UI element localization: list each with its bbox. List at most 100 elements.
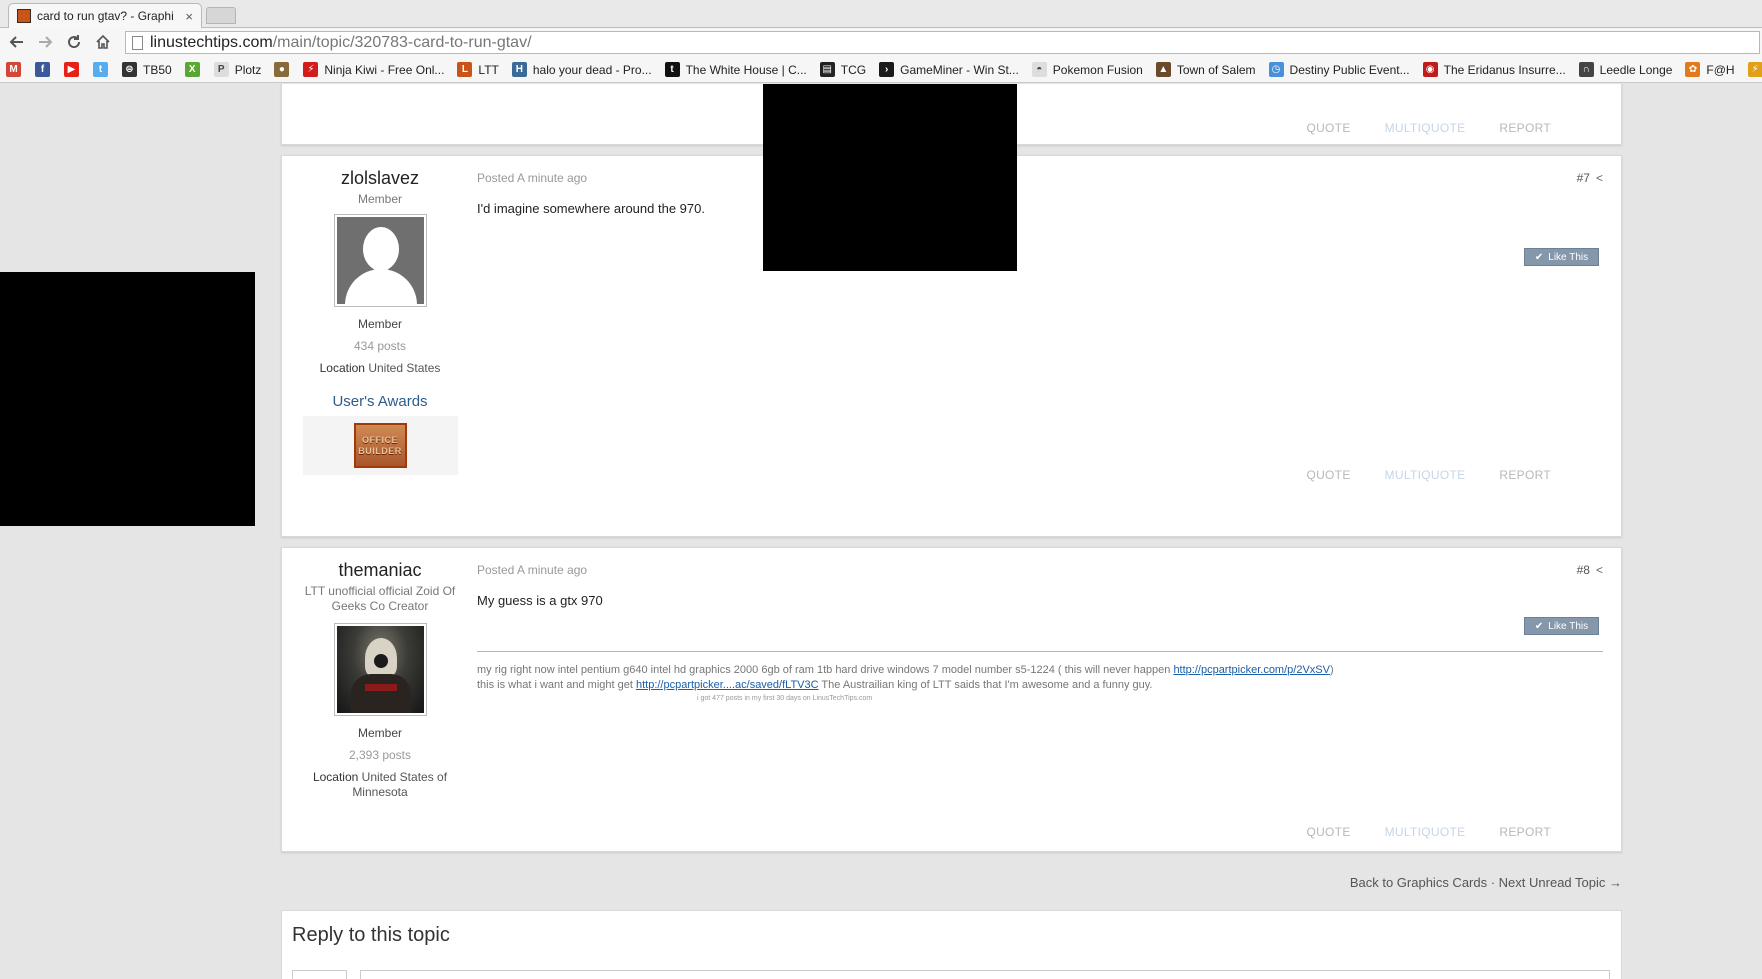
author-panel: zlolslavez Member Member 434 posts Locat… (282, 156, 478, 475)
url-path: /main/topic/320783-card-to-run-gtav/ (272, 33, 532, 51)
bookmark-item[interactable]: ● (274, 62, 295, 77)
bookmark-item[interactable]: ⚡ Ninja Kiwi - Free Onl... (303, 62, 444, 77)
post-number[interactable]: #7 < (1577, 171, 1603, 185)
office-builder-badge-icon[interactable]: OFFICE BUILDER (353, 423, 407, 468)
share-icon[interactable]: < (1596, 563, 1603, 577)
bookmark-item[interactable]: P Plotz (213, 62, 261, 77)
ninjakiwi-icon: ⚡ (303, 62, 319, 77)
back-arrow-icon[interactable] (6, 31, 28, 53)
bookmark-label: TB50 (143, 62, 172, 77)
bookmark-label: F@H (1706, 62, 1735, 77)
reload-icon[interactable] (63, 31, 85, 53)
bookmark-label: GameMiner - Win St... (900, 62, 1019, 77)
author-name[interactable]: themaniac (282, 560, 478, 581)
redacted-block (763, 84, 1017, 271)
post-actions: QUOTE MULTIQUOTE REPORT (1306, 468, 1551, 482)
facebook-icon: f (35, 62, 50, 77)
author-name[interactable]: zlolslavez (282, 168, 478, 189)
bookmark-item[interactable]: ▲ Town of Salem (1155, 62, 1256, 77)
multiquote-button[interactable]: MULTIQUOTE (1385, 121, 1466, 135)
report-button[interactable]: REPORT (1499, 825, 1551, 839)
location-value: United States of Minnesota (352, 770, 448, 799)
page-icon (132, 35, 143, 50)
bookmark-item[interactable]: ◉ The Eridanus Insurre... (1422, 62, 1566, 77)
bookmark-item[interactable]: ◷ Destiny Public Event... (1268, 62, 1410, 77)
bookmark-item[interactable]: M (6, 62, 27, 77)
destiny-icon: ◷ (1268, 62, 1284, 77)
back-to-forum-link[interactable]: Back to Graphics Cards (1350, 875, 1487, 890)
report-button[interactable]: REPORT (1499, 468, 1551, 482)
quote-button[interactable]: QUOTE (1306, 468, 1350, 482)
post-count: 434 posts (353, 339, 407, 353)
browser-toolbar: linustechtips.com/main/topic/320783-card… (0, 28, 1762, 57)
address-bar[interactable]: linustechtips.com/main/topic/320783-card… (125, 31, 1760, 54)
bookmark-item[interactable]: ◓ Pokemon Fusion (1031, 62, 1143, 77)
like-button[interactable]: ✔ Like This (1524, 248, 1599, 266)
signature: my rig right now intel pentium g640 inte… (477, 651, 1603, 704)
avatar[interactable] (333, 214, 427, 307)
bookmark-label: LTT (478, 62, 499, 77)
multiquote-button[interactable]: MULTIQUOTE (1385, 468, 1466, 482)
post-time[interactable]: A minute ago (517, 563, 587, 577)
share-icon[interactable]: < (1596, 171, 1603, 185)
new-tab-button[interactable] (206, 7, 236, 24)
bookmark-item[interactable]: ⚡CSL (1747, 62, 1762, 77)
bookmark-label: Pokemon Fusion (1052, 62, 1143, 77)
bookmark-label: halo your dead - Pro... (532, 62, 652, 77)
location: Location United States of Minnesota (282, 770, 478, 800)
browser-tab[interactable]: card to run gtav? - Graphi × (8, 3, 202, 28)
fah-icon: ✿ (1685, 62, 1701, 77)
twitter-icon: t (93, 62, 108, 77)
bookmark-item[interactable]: f (35, 62, 56, 77)
post-number-label[interactable]: #8 (1577, 563, 1590, 577)
post-meta: Posted A minute ago (477, 563, 587, 577)
quote-button[interactable]: QUOTE (1306, 121, 1350, 135)
report-button[interactable]: REPORT (1499, 121, 1551, 135)
signature-line-2: this is what i want and might get http:/… (477, 679, 1153, 691)
plotz-icon: P (213, 62, 229, 77)
like-button[interactable]: ✔ Like This (1524, 617, 1599, 635)
bookmark-label: The White House | C... (685, 62, 807, 77)
default-avatar-icon (336, 217, 424, 304)
bookmark-item[interactable]: ▶ (64, 62, 85, 77)
location-value: United States (368, 361, 441, 375)
bookmark-item[interactable]: ▤ TCG (819, 62, 866, 77)
bookmark-item[interactable]: L LTT (457, 62, 499, 77)
bookmark-item[interactable]: Hhalo your dead - Pro... (511, 62, 652, 77)
location-label: Location (312, 770, 359, 784)
redacted-block (0, 272, 255, 526)
post-time[interactable]: A minute ago (517, 171, 587, 185)
bookmark-item[interactable]: t (93, 62, 114, 77)
awards-box: OFFICE BUILDER (302, 416, 458, 475)
member-group: Member (357, 726, 402, 740)
assassin-avatar-icon (336, 626, 424, 713)
rig-link[interactable]: http://pcpartpicker.com/p/2VxSV (1173, 664, 1330, 676)
ltt-icon: L (457, 62, 473, 77)
quote-button[interactable]: QUOTE (1306, 825, 1350, 839)
bookmark-item[interactable]: t The White House | C... (664, 62, 807, 77)
reply-editor[interactable] (360, 970, 1610, 979)
post-count: 2,393 posts (348, 748, 412, 762)
home-icon[interactable] (92, 31, 114, 53)
close-icon[interactable]: × (185, 9, 193, 24)
check-icon: ✔ (1534, 251, 1544, 263)
post-number-label[interactable]: #7 (1577, 171, 1590, 185)
like-label: Like This (1548, 251, 1589, 263)
member-title: Member (357, 192, 402, 206)
bookmark-item[interactable]: › GameMiner - Win St... (879, 62, 1019, 77)
next-unread-link[interactable]: Next Unread Topic → (1499, 875, 1622, 890)
multiquote-button[interactable]: MULTIQUOTE (1385, 825, 1466, 839)
bookmark-item[interactable]: X (184, 62, 206, 77)
tb50-icon: ⊜ (122, 62, 137, 77)
post-number[interactable]: #8 < (1577, 563, 1603, 577)
bookmark-item[interactable]: ⊜ TB50 (122, 62, 172, 77)
tcg-icon: ▤ (819, 62, 835, 77)
posted-label: Posted (477, 563, 515, 577)
forward-arrow-icon[interactable] (34, 31, 56, 53)
saved-build-link[interactable]: http://pcpartpicker....ac/saved/fLTV3C (636, 679, 819, 691)
bookmark-item[interactable]: ∩ Leedle Longe (1578, 62, 1673, 77)
avatar[interactable] (333, 623, 427, 716)
bookmark-item[interactable]: ✿ F@H (1685, 62, 1735, 77)
bookmark-label: Leedle Longe (1599, 62, 1673, 77)
ltt-favicon-icon (17, 9, 31, 23)
